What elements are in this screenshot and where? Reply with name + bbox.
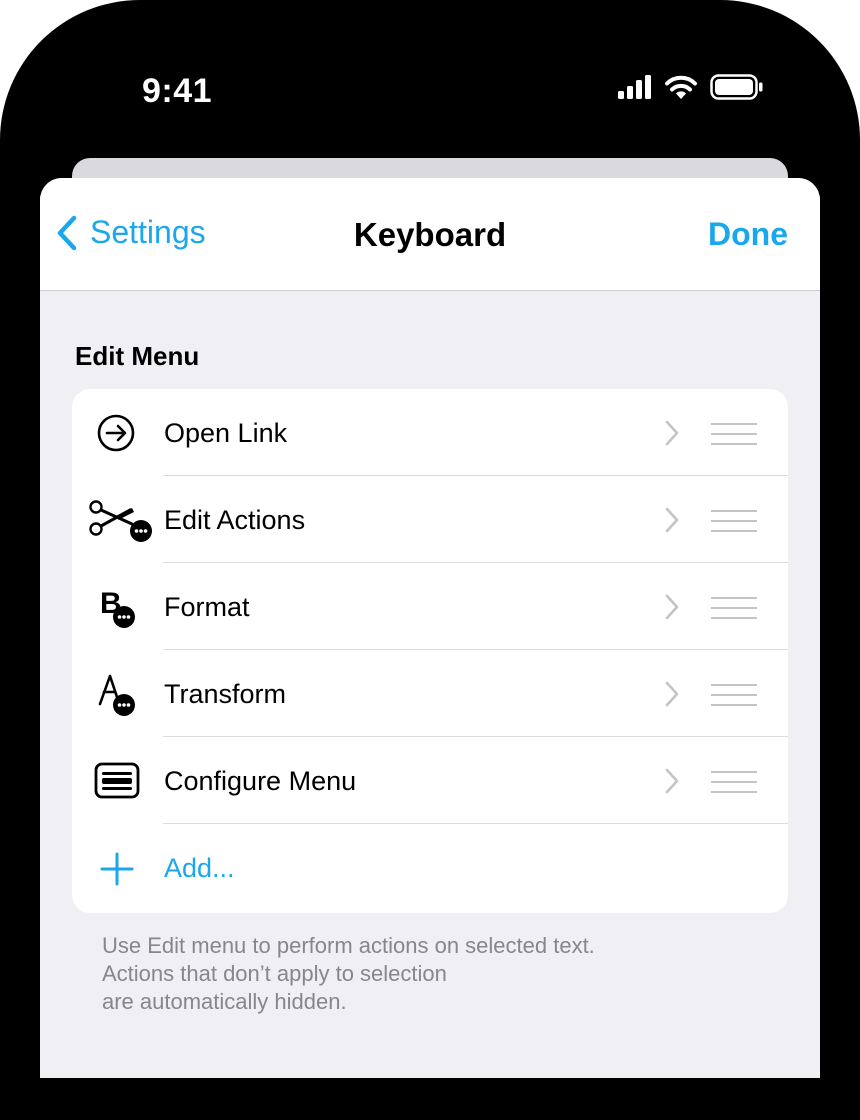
chevron-right-icon [665, 507, 679, 533]
menu-config-icon [94, 762, 140, 799]
scissors-more-icon [89, 500, 152, 542]
wifi-icon [665, 75, 697, 99]
list-item-label: Open Link [164, 418, 288, 448]
chevron-right-icon [665, 681, 679, 707]
reorder-handle-icon[interactable] [711, 510, 757, 532]
add-item-label: Add... [164, 853, 235, 883]
chevron-right-icon [665, 420, 679, 446]
reorder-handle-icon[interactable] [711, 684, 757, 706]
chevron-right-icon [665, 768, 679, 794]
reorder-handle-icon[interactable] [711, 597, 757, 619]
list-item-label: Transform [164, 679, 287, 709]
reorder-handle-icon[interactable] [711, 771, 757, 793]
list-item-open-link[interactable]: Open Link [72, 389, 788, 476]
list-item-label: Edit Actions [164, 505, 306, 535]
bold-more-icon: B [100, 587, 135, 628]
page-title: Keyboard [353, 216, 507, 253]
cellular-signal-icon [618, 75, 651, 99]
add-item-button[interactable]: Add... [72, 824, 788, 911]
done-button[interactable]: Done [708, 216, 788, 253]
footnote-line: are automatically hidden. [102, 989, 347, 1014]
list-item-configure-menu[interactable]: Configure Menu [72, 737, 788, 824]
plus-icon [100, 852, 134, 886]
chevron-right-icon [665, 594, 679, 620]
status-icons [618, 74, 764, 100]
section-footnote: Use Edit menu to perform actions on sele… [102, 932, 742, 1016]
list-item-format[interactable]: B Format [72, 563, 788, 650]
list-item-label: Configure Menu [164, 766, 357, 796]
battery-icon [710, 74, 763, 100]
list-item-edit-actions[interactable]: Edit Actions [72, 476, 788, 563]
arrow-circle-icon [97, 414, 135, 452]
status-bar: 9:41 [0, 0, 860, 150]
list-item-transform[interactable]: Transform [72, 650, 788, 737]
status-time: 9:41 [142, 72, 213, 110]
section-title: Edit Menu [75, 341, 200, 371]
list-item-label: Format [164, 592, 250, 622]
footnote-line: Actions that don’t apply to selection [102, 961, 447, 986]
reorder-handle-icon[interactable] [711, 423, 757, 445]
keyboard-settings-sheet: Settings Keyboard Done Edit Menu Open Li… [40, 178, 820, 1078]
text-transform-icon [98, 674, 135, 716]
navigation-bar: Settings Keyboard Done [40, 178, 820, 291]
footnote-line: Use Edit menu to perform actions on sele… [102, 933, 595, 958]
phone-frame: 9:41 Settings Keyboard Done Edit Menu Op… [0, 0, 860, 1120]
edit-menu-list: Open Link Edit Actions B Format Transfor… [72, 389, 788, 913]
